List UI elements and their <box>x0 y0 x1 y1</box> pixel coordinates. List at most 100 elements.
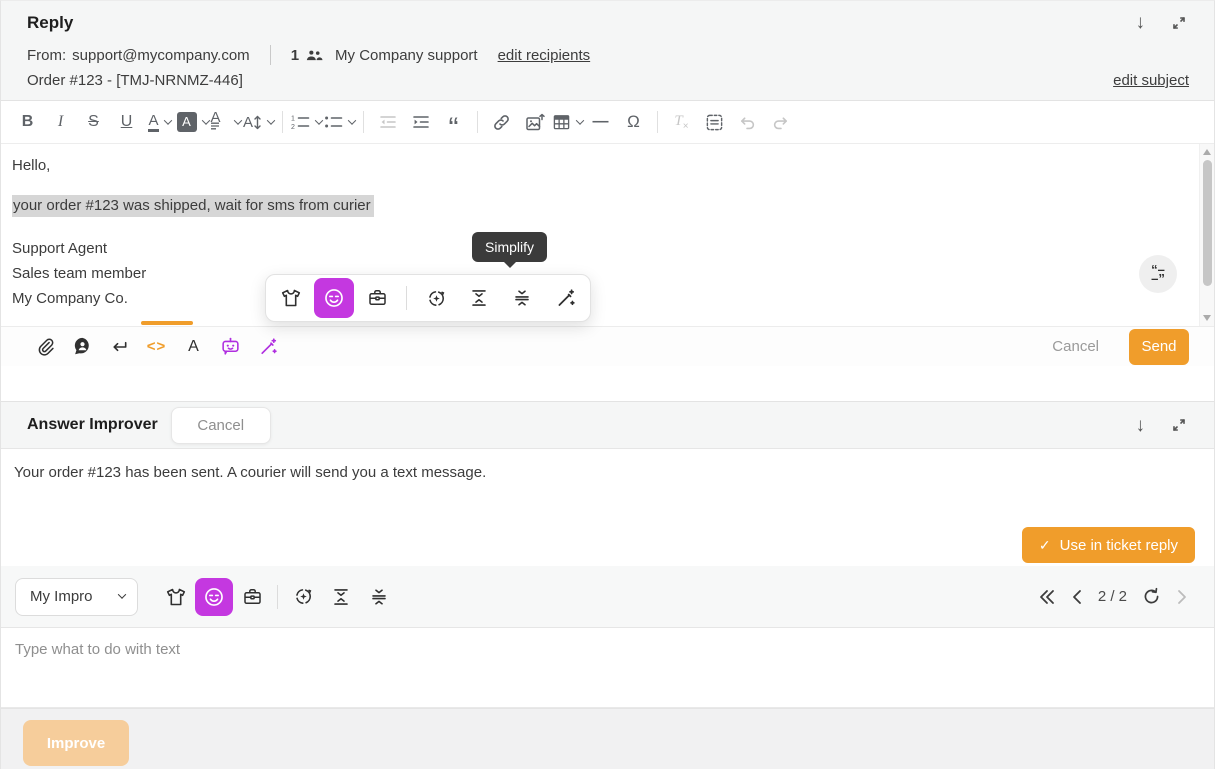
italic-button[interactable]: I <box>44 105 77 139</box>
previous-result-button[interactable] <box>1071 589 1083 605</box>
improve-button[interactable]: Improve <box>23 720 129 766</box>
ai-assistant-button[interactable] <box>212 331 249 363</box>
simplify-icon <box>512 288 532 308</box>
custom-improve-button[interactable] <box>545 278 585 318</box>
indent-icon <box>412 114 430 130</box>
first-result-button[interactable] <box>1038 589 1056 605</box>
insert-table-button[interactable] <box>551 105 584 139</box>
horizontal-line-icon: — <box>593 113 609 131</box>
tshirt-icon <box>280 288 302 308</box>
undo-button[interactable] <box>731 105 764 139</box>
svg-text:1: 1 <box>291 115 295 122</box>
rephrase-button[interactable] <box>416 278 456 318</box>
attach-file-button[interactable] <box>27 331 64 363</box>
simplify-button[interactable] <box>502 278 542 318</box>
bulleted-list-button[interactable] <box>323 105 356 139</box>
extend-text-button[interactable] <box>322 578 360 616</box>
casual-tone-button[interactable] <box>271 278 311 318</box>
text-format-button[interactable]: A <box>175 331 212 363</box>
expand-icon <box>1171 417 1187 433</box>
magic-wand-icon <box>258 337 278 357</box>
font-color-button[interactable]: A <box>143 105 176 139</box>
expand-improver-button[interactable] <box>1169 415 1189 435</box>
improver-cancel-button[interactable]: Cancel <box>171 407 271 444</box>
outdent-button[interactable] <box>371 105 404 139</box>
select-all-icon <box>705 113 724 132</box>
scroll-down-arrow[interactable] <box>1203 315 1211 321</box>
quote-icon-bottom: –” <box>1151 274 1165 283</box>
friendly-tone-button[interactable] <box>195 578 233 616</box>
horizontal-line-button[interactable]: — <box>584 105 617 139</box>
table-icon <box>552 113 571 131</box>
remove-format-button[interactable]: T× <box>665 105 698 139</box>
next-result-button[interactable] <box>1176 589 1188 605</box>
font-background-button[interactable]: A <box>176 105 209 139</box>
ai-improve-button[interactable] <box>249 331 286 363</box>
toolbar-separator <box>363 111 364 133</box>
numbered-list-button[interactable]: 1 2 <box>290 105 323 139</box>
rich-text-toolbar: B I S U A A A A 1 2 <box>1 101 1214 144</box>
casual-tone-button[interactable] <box>157 578 195 616</box>
refresh-icon <box>1142 587 1161 606</box>
toolbar-separator <box>406 286 407 310</box>
use-in-ticket-reply-button[interactable]: ✓ Use in ticket reply <box>1022 527 1195 563</box>
source-code-button[interactable]: <> <box>138 331 175 363</box>
underline-button[interactable]: U <box>110 105 143 139</box>
smiley-icon <box>203 586 225 608</box>
special-characters-button[interactable]: Ω <box>617 105 650 139</box>
image-upload-icon <box>525 113 545 132</box>
private-note-button[interactable] <box>64 331 101 363</box>
reply-editor[interactable]: Hello, your order #123 was shipped, wait… <box>1 144 1214 326</box>
font-family-button[interactable]: A <box>209 105 242 139</box>
canned-responses-button[interactable]: “– –” <box>1139 255 1177 293</box>
chevron-down-icon <box>233 116 241 124</box>
cancel-reply-button[interactable]: Cancel <box>1052 338 1099 355</box>
edit-subject-link[interactable]: edit subject <box>1113 72 1189 89</box>
edit-recipients-link[interactable]: edit recipients <box>498 47 591 64</box>
simplify-button[interactable] <box>360 578 398 616</box>
professional-tone-button[interactable] <box>233 578 271 616</box>
link-button[interactable] <box>485 105 518 139</box>
collapse-panel-button[interactable]: ↓ <box>1134 11 1148 34</box>
indent-button[interactable] <box>404 105 437 139</box>
toolbar-separator <box>282 111 283 133</box>
professional-tone-button[interactable] <box>357 278 397 318</box>
answer-improver-header: Answer Improver Cancel ↓ <box>1 401 1214 449</box>
extend-text-button[interactable] <box>459 278 499 318</box>
rephrase-button[interactable] <box>284 578 322 616</box>
editor-line: Hello, <box>12 157 1188 174</box>
numbered-list-icon: 1 2 <box>291 114 310 130</box>
svg-text:2: 2 <box>291 124 295 130</box>
regenerate-button[interactable] <box>1142 587 1161 606</box>
insert-reply-button[interactable] <box>101 331 138 363</box>
collapse-improver-button[interactable]: ↓ <box>1134 414 1148 437</box>
italic-icon: I <box>58 113 63 131</box>
toolbar-separator <box>657 111 658 133</box>
ai-selection-toolbar <box>265 274 591 322</box>
select-all-button[interactable] <box>698 105 731 139</box>
expand-panel-button[interactable] <box>1169 13 1189 33</box>
strikethrough-button[interactable]: S <box>77 105 110 139</box>
scrollbar-thumb[interactable] <box>1203 160 1212 286</box>
chevron-down-icon <box>348 116 356 124</box>
insert-image-button[interactable] <box>518 105 551 139</box>
improver-prompt-input[interactable] <box>1 628 1214 707</box>
smiley-icon <box>323 287 345 309</box>
magic-wand-icon <box>555 288 576 309</box>
check-icon: ✓ <box>1039 537 1051 554</box>
link-icon <box>492 113 511 132</box>
strikethrough-icon: S <box>88 113 99 131</box>
return-arrow-icon <box>110 338 129 356</box>
panel-gap <box>1 366 1214 401</box>
friendly-tone-button[interactable] <box>314 278 354 318</box>
scroll-up-arrow[interactable] <box>1203 149 1211 155</box>
improver-preset-select[interactable]: My Impro <box>15 578 138 616</box>
send-button[interactable]: Send <box>1129 329 1189 365</box>
font-size-button[interactable]: A <box>242 105 275 139</box>
redo-button[interactable] <box>764 105 797 139</box>
editor-scrollbar[interactable] <box>1199 144 1214 326</box>
improver-footer: Improve <box>1 708 1214 769</box>
blockquote-button[interactable]: “ <box>437 105 470 139</box>
bold-button[interactable]: B <box>11 105 44 139</box>
signature-line: Sales team member <box>12 261 1188 286</box>
